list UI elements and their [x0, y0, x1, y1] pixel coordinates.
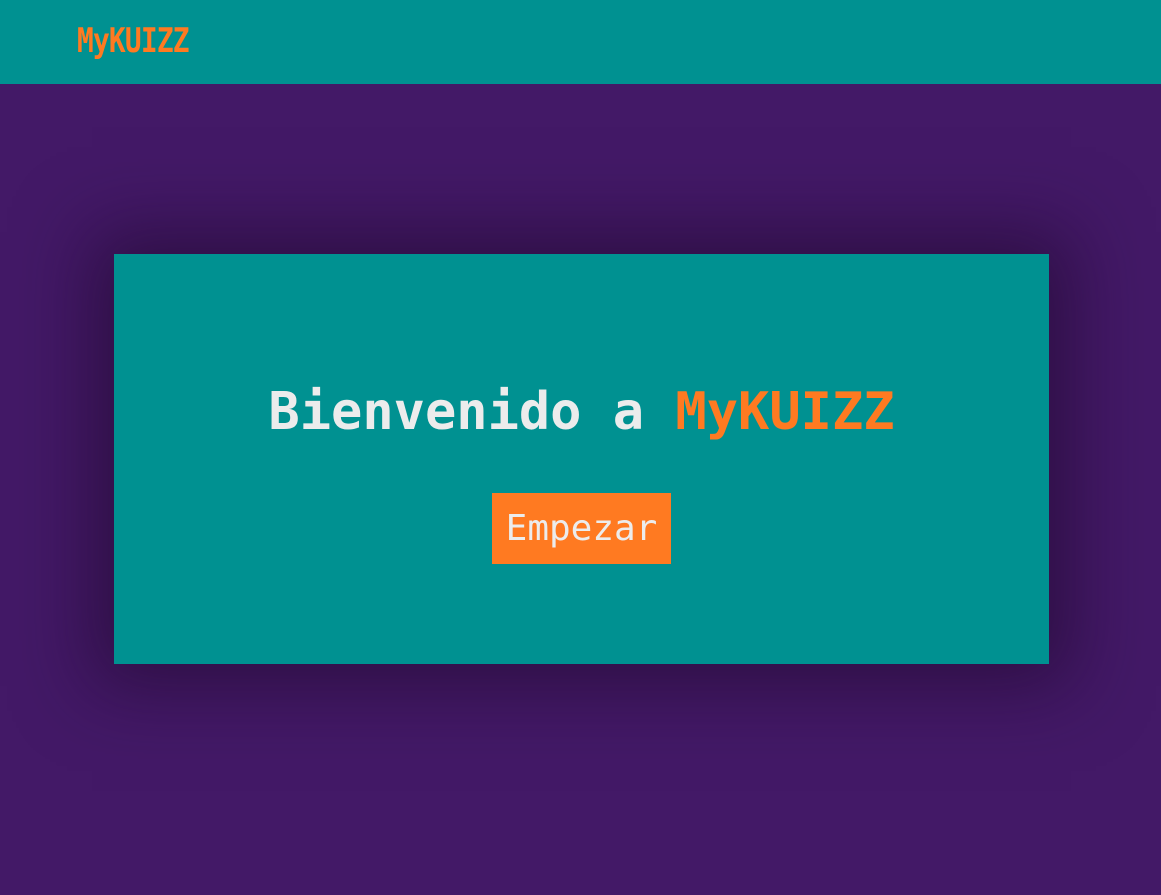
welcome-card: Bienvenido a MyKUIZZ Empezar: [114, 254, 1049, 664]
welcome-heading: Bienvenido a MyKUIZZ: [114, 382, 1049, 442]
welcome-prefix: Bienvenido a: [268, 382, 676, 442]
navbar: MyKUIZZ: [0, 0, 1161, 84]
welcome-brand: MyKUIZZ: [675, 382, 895, 442]
start-button[interactable]: Empezar: [492, 493, 671, 564]
brand-logo-link[interactable]: MyKUIZZ: [77, 21, 190, 61]
